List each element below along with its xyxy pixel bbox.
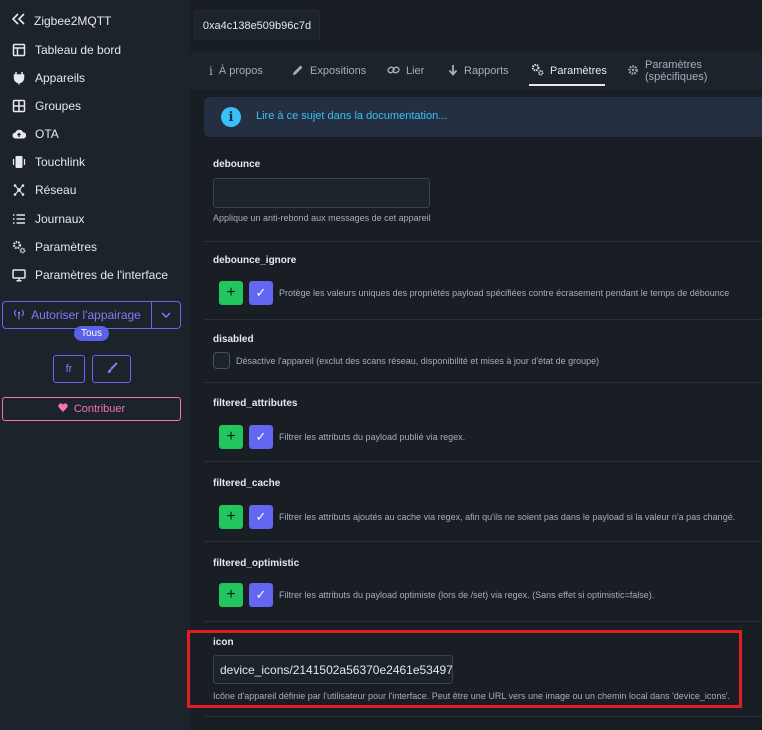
sidebar-item-label: Réseau <box>35 183 77 197</box>
sidebar-item-devices[interactable]: Appareils <box>12 69 85 87</box>
permit-join-button[interactable]: Autoriser l'appairage <box>3 302 152 328</box>
language-button[interactable]: fr <box>53 355 85 383</box>
filtered-cache-help: Filtrer les attributs ajoutés au cache v… <box>279 512 736 522</box>
field-label-debounce: debounce <box>213 159 261 170</box>
cogs-icon <box>531 63 544 79</box>
contribute-button[interactable]: Contribuer <box>2 397 181 421</box>
filtered-attributes-help: Filtrer les attributs du payload publié … <box>279 432 466 442</box>
sidebar-item-label: Paramètres <box>35 240 98 254</box>
field-label-disabled: disabled <box>213 334 254 345</box>
permit-join-label: Autoriser l'appairage <box>31 308 141 322</box>
broadcast-icon <box>13 308 25 323</box>
divider <box>204 716 762 717</box>
tab-label: Paramètres <box>550 65 607 77</box>
debounce-ignore-help: Protège les valeurs uniques des propriét… <box>279 288 730 298</box>
divider <box>204 621 762 622</box>
cloud-upload-icon <box>12 127 26 141</box>
pencil-icon <box>292 64 304 79</box>
sidebar-item-label: Journaux <box>35 212 85 226</box>
grid-icon <box>12 99 26 113</box>
tab-label: Expositions <box>310 65 367 77</box>
tab-about[interactable]: i À propos <box>209 64 263 78</box>
sidebar-item-label: Paramètres de l'interface <box>35 268 169 282</box>
permit-join-target-badge: Tous <box>74 326 109 341</box>
tab-reporting[interactable]: Rapports <box>448 64 509 78</box>
chevron-down-icon <box>161 309 171 321</box>
add-button[interactable]: + <box>219 425 243 449</box>
monitor-icon <box>12 268 26 282</box>
add-button[interactable]: + <box>219 505 243 529</box>
info-icon: i <box>209 64 213 78</box>
tab-label: À propos <box>218 65 263 77</box>
disabled-checkbox[interactable] <box>213 352 230 369</box>
sidebar-item-dashboard[interactable]: Tableau de bord <box>12 41 121 59</box>
apply-button[interactable]: ✓ <box>249 505 273 529</box>
documentation-link[interactable]: Lire à ce sujet dans la documentation... <box>256 110 447 122</box>
apply-button[interactable]: ✓ <box>249 425 273 449</box>
documentation-alert: i Lire à ce sujet dans la documentation.… <box>204 97 762 137</box>
tab-settings[interactable]: Paramètres <box>531 63 607 79</box>
divider <box>204 241 762 242</box>
add-button[interactable]: + <box>219 583 243 607</box>
debounce-help: Applique un anti-rebond aux messages de … <box>213 213 431 223</box>
arrow-down-icon <box>448 64 458 79</box>
sidebar-item-label: OTA <box>35 127 59 141</box>
gear-icon <box>627 64 639 79</box>
field-label-filtered-attributes: filtered_attributes <box>213 398 298 409</box>
permit-join-group: Autoriser l'appairage <box>2 301 181 329</box>
device-tab[interactable]: 0xa4c138e509b96c7d <box>194 10 320 40</box>
divider <box>204 382 762 383</box>
field-label-filtered-optimistic: filtered_optimistic <box>213 558 300 569</box>
add-button[interactable]: + <box>219 281 243 305</box>
sidebar-toggle[interactable]: Zigbee2MQTT <box>11 13 112 28</box>
sidebar-item-label: Appareils <box>35 71 86 85</box>
apply-button[interactable]: ✓ <box>249 281 273 305</box>
active-tab-indicator <box>529 84 605 86</box>
tab-bind[interactable]: Lier <box>387 64 424 78</box>
sidebar-item-label: Tableau de bord <box>35 43 122 57</box>
heart-icon <box>58 403 68 415</box>
double-chevron-left-icon <box>11 13 25 28</box>
paintbrush-icon <box>106 361 118 377</box>
list-icon <box>12 212 26 226</box>
sidebar-item-groups[interactable]: Groupes <box>12 97 81 115</box>
tab-specific-settings[interactable]: Paramètres (spécifiques) <box>627 59 762 83</box>
highlight-annotation <box>187 630 742 708</box>
cogs-icon <box>12 240 26 254</box>
divider <box>204 541 762 542</box>
apply-button[interactable]: ✓ <box>249 583 273 607</box>
tab-exposes[interactable]: Expositions <box>292 64 366 78</box>
mobile-icon <box>12 155 26 169</box>
permit-join-dropdown[interactable] <box>152 302 180 328</box>
sidebar-item-touchlink[interactable]: Touchlink <box>12 153 85 171</box>
app-title: Zigbee2MQTT <box>34 13 112 28</box>
sidebar-item-ui-settings[interactable]: Paramètres de l'interface <box>12 266 168 284</box>
network-icon <box>12 183 26 197</box>
dashboard-icon <box>12 43 26 57</box>
tab-label: Paramètres (spécifiques) <box>645 59 708 83</box>
divider <box>204 319 762 320</box>
field-label-filtered-cache: filtered_cache <box>213 478 281 489</box>
sidebar-item-label: Touchlink <box>35 155 86 169</box>
debounce-input[interactable] <box>213 178 430 208</box>
tab-label: Rapports <box>464 65 509 77</box>
sidebar-item-settings[interactable]: Paramètres <box>12 238 97 256</box>
disabled-help: Désactive l'appareil (exclut des scans r… <box>236 356 600 366</box>
field-label-debounce-ignore: debounce_ignore <box>213 255 297 266</box>
sidebar-item-logs[interactable]: Journaux <box>12 210 84 228</box>
tab-label: Lier <box>406 65 425 77</box>
filtered-optimistic-help: Filtrer les attributs du payload optimis… <box>279 590 655 600</box>
info-circle-icon: i <box>221 107 241 127</box>
sidebar-item-network[interactable]: Réseau <box>12 181 76 199</box>
plug-icon <box>12 71 26 85</box>
divider <box>204 461 762 462</box>
sidebar-item-ota[interactable]: OTA <box>12 125 59 143</box>
contribute-label: Contribuer <box>73 403 126 415</box>
link-icon <box>387 64 400 79</box>
sidebar: Zigbee2MQTT Tableau de bord Appareils Gr… <box>0 0 190 730</box>
sidebar-item-label: Groupes <box>35 99 82 113</box>
theme-button[interactable] <box>92 355 131 383</box>
